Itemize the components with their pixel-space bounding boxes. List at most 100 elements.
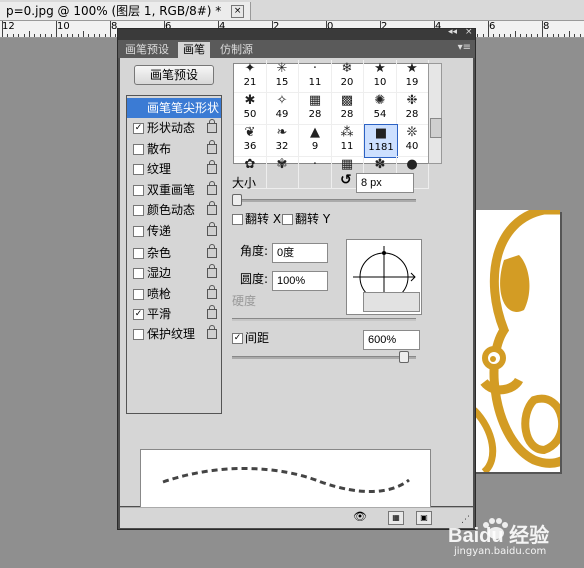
flip-x-checkbox[interactable] <box>232 214 243 225</box>
brush-tip-icon: ❄ <box>341 61 353 76</box>
flip-y-checkbox[interactable] <box>282 214 293 225</box>
lock-icon[interactable] <box>207 201 217 215</box>
toggle-live-tip-preview-icon[interactable]: 👁 <box>353 511 367 523</box>
ruler-tick <box>13 34 14 37</box>
brush-option-row[interactable]: ✓ 平滑 <box>127 304 221 324</box>
angle-input[interactable] <box>272 243 328 263</box>
brush-tip-cell[interactable]: ✧ 49 <box>266 92 299 125</box>
document-tab[interactable]: p=0.jpg @ 100% (图层 1, RGB/8#) * × <box>0 2 252 20</box>
ruler-tick <box>34 34 35 37</box>
spacing-slider-knob[interactable] <box>399 351 410 363</box>
brush-tip-size: 20 <box>340 77 354 88</box>
brush-option-row[interactable]: 双重画笔 <box>127 180 221 200</box>
size-slider-track[interactable] <box>232 199 416 202</box>
roundness-input[interactable] <box>272 271 328 291</box>
brush-tip-size: 50 <box>243 109 257 120</box>
reset-size-icon[interactable]: ↺ <box>340 173 352 187</box>
brush-tip-cell[interactable]: ❧ 32 <box>266 124 299 157</box>
brush-option-row[interactable]: 杂色 <box>127 243 221 263</box>
brush-grid-scroll-thumb[interactable] <box>430 118 442 138</box>
brush-option-checkbox[interactable] <box>133 144 144 155</box>
document-tab-close-icon[interactable]: × <box>231 5 245 18</box>
brush-tip-cell[interactable]: ❄ 20 <box>331 60 364 93</box>
brush-option-row[interactable]: 散布 <box>127 139 221 159</box>
hardness-input[interactable] <box>363 292 420 312</box>
lock-icon[interactable] <box>207 285 217 299</box>
brush-tip-icon: ▩ <box>340 93 354 108</box>
brush-tip-cell[interactable]: ■ 1181 <box>364 124 398 158</box>
ruler-tick <box>2 21 3 37</box>
brush-option-row[interactable]: 传递 <box>127 221 221 241</box>
brush-tip-icon: ✦ <box>244 61 256 76</box>
brush-tip-cell[interactable]: ✱ 50 <box>234 92 267 125</box>
lock-icon[interactable] <box>207 222 217 236</box>
lock-icon[interactable] <box>207 181 217 195</box>
brush-tip-cell[interactable]: ★ 10 <box>364 60 397 93</box>
lock-icon[interactable] <box>207 325 217 339</box>
brush-tip-cell[interactable]: ✺ 54 <box>364 92 397 125</box>
brush-option-checkbox[interactable] <box>133 329 144 340</box>
hardness-slider-track[interactable] <box>232 318 416 321</box>
size-input[interactable] <box>356 173 414 193</box>
ruler-tick <box>558 34 559 37</box>
lock-icon[interactable] <box>207 305 217 319</box>
brush-tip-grid: ✦ 21 ✳ 15 · 11 ❄ 20 ★ 10 ★ 19 ✱ 50 ✧ 49 ▦ 28 ▩ 28 ✺ 54 ❉ 28 ❦ 36 ❧… <box>233 60 431 189</box>
brush-option-row[interactable]: ✓ 形状动态 <box>127 118 221 138</box>
brush-option-checkbox[interactable] <box>133 205 144 216</box>
panel-title-bar[interactable]: ◂◂ × <box>118 27 475 40</box>
spacing-input[interactable] <box>363 330 420 350</box>
brush-option-checkbox[interactable]: ✓ <box>133 123 144 134</box>
brush-option-row[interactable]: 喷枪 <box>127 284 221 304</box>
brush-option-row[interactable]: 保护纹理 <box>127 324 221 344</box>
brush-tip-cell[interactable]: · <box>299 156 332 189</box>
tab-brush[interactable]: 画笔 <box>178 42 210 58</box>
brush-option-checkbox[interactable] <box>133 185 144 196</box>
brush-tip-cell[interactable]: ❊ 40 <box>396 124 429 157</box>
ruler-tick <box>115 34 116 37</box>
brush-tip-cell[interactable]: ✳ 15 <box>266 60 299 93</box>
brush-option-row[interactable]: 颜色动态 <box>127 200 221 220</box>
brush-tip-cell[interactable]: ▩ 28 <box>331 92 364 125</box>
brush-tip-cell[interactable]: ▲ 9 <box>299 124 332 157</box>
brush-tip-icon: ❉ <box>406 93 418 108</box>
brush-option-checkbox[interactable] <box>133 248 144 259</box>
brush-option-row[interactable]: 纹理 <box>127 159 221 179</box>
ruler-tick <box>483 34 484 37</box>
brush-option-row[interactable]: 画笔笔尖形状 <box>127 98 221 118</box>
brush-option-checkbox[interactable]: ✓ <box>133 309 144 320</box>
brush-tip-cell[interactable]: · 11 <box>299 60 332 93</box>
brush-option-checkbox[interactable] <box>133 268 144 279</box>
close-panel-icon[interactable]: × <box>465 27 473 37</box>
lock-icon[interactable] <box>207 140 217 154</box>
brush-grid-scrollbar[interactable] <box>428 63 442 164</box>
lock-icon[interactable] <box>207 244 217 258</box>
lock-icon[interactable] <box>207 119 217 133</box>
panel-menu-icon[interactable]: ▾≡ <box>458 42 471 53</box>
brush-tip-cell[interactable]: ✦ 21 <box>234 60 267 93</box>
brush-tip-cell[interactable]: ❉ 28 <box>396 92 429 125</box>
brush-option-checkbox[interactable] <box>133 164 144 175</box>
create-new-preset-icon[interactable]: ▣ <box>416 511 432 525</box>
lock-icon[interactable] <box>207 264 217 278</box>
lock-icon[interactable] <box>207 160 217 174</box>
spacing-checkbox[interactable]: ✓ <box>232 333 243 344</box>
brush-tip-icon: ❦ <box>244 125 256 140</box>
spacing-slider-track[interactable] <box>232 356 416 359</box>
brush-tip-cell[interactable]: ✾ <box>266 156 299 189</box>
brush-option-row[interactable]: 湿边 <box>127 263 221 283</box>
brush-tip-size: 11 <box>308 77 322 88</box>
tab-clone-source[interactable]: 仿制源 <box>215 42 258 58</box>
brush-option-checkbox[interactable] <box>133 226 144 237</box>
document-image[interactable] <box>474 210 560 472</box>
size-slider-knob[interactable] <box>231 194 242 206</box>
brush-tip-cell[interactable]: ★ 19 <box>396 60 429 93</box>
show-grid-icon[interactable]: ▦ <box>388 511 404 525</box>
brush-tip-icon: ❧ <box>276 125 288 140</box>
brush-tip-cell[interactable]: ❦ 36 <box>234 124 267 157</box>
tab-brush-presets[interactable]: 画笔预设 <box>120 42 174 58</box>
collapse-panel-icon[interactable]: ◂◂ <box>448 27 457 37</box>
brush-tip-cell[interactable]: ⁂ 11 <box>331 124 364 157</box>
brush-tip-cell[interactable]: ▦ 28 <box>299 92 332 125</box>
brush-option-checkbox[interactable] <box>133 289 144 300</box>
brush-presets-button[interactable]: 画笔预设 <box>134 65 214 85</box>
